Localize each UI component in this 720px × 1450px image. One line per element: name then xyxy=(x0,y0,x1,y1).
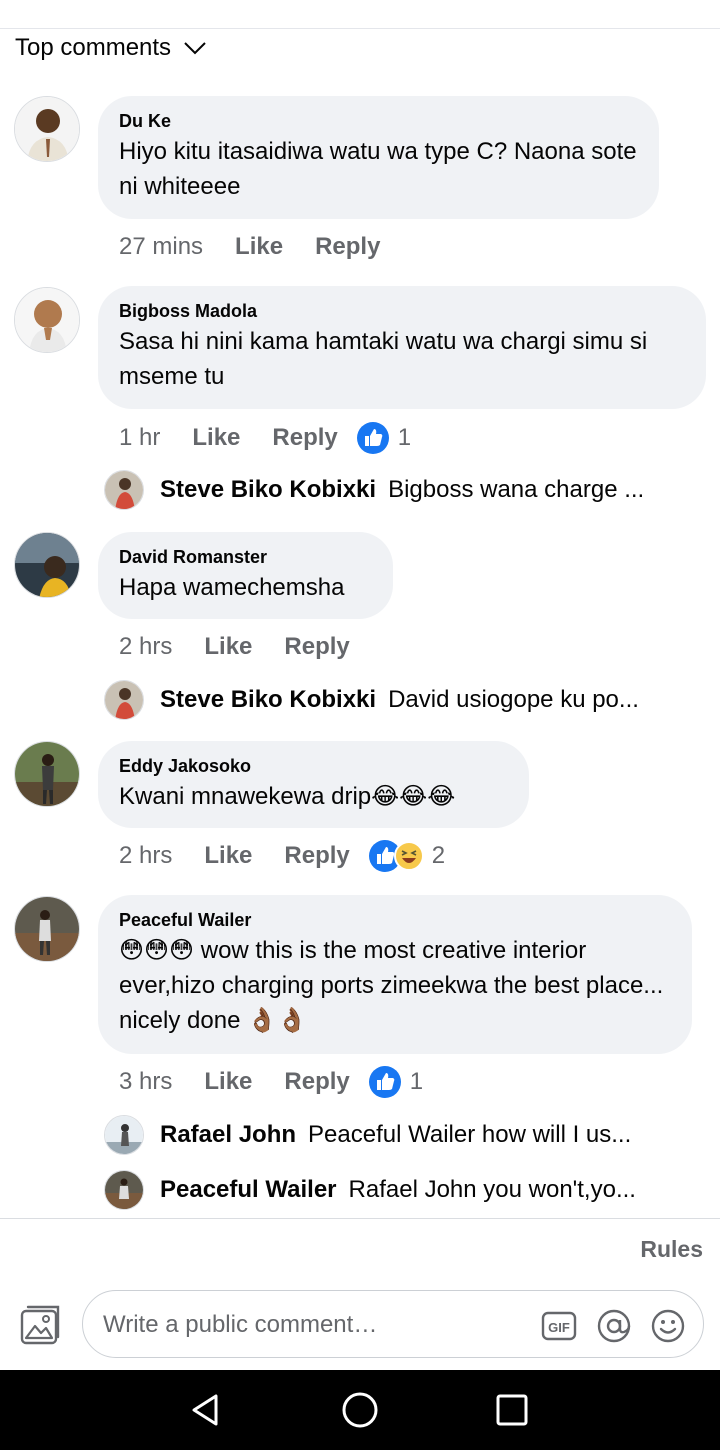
system-nav-bar xyxy=(0,1370,720,1450)
reaction-count[interactable]: 1 xyxy=(368,1065,423,1099)
comment-emoji: 😂😂😂 xyxy=(371,783,456,810)
comment-author[interactable]: Du Ke xyxy=(119,110,637,132)
reply-text: Peaceful Wailer how will I us... xyxy=(308,1121,632,1148)
recents-icon[interactable] xyxy=(492,1390,532,1430)
reply-button[interactable]: Reply xyxy=(272,424,337,452)
like-button[interactable]: Like xyxy=(235,233,283,261)
comment-author[interactable]: Eddy Jakosoko xyxy=(119,755,507,777)
reply-button[interactable]: Reply xyxy=(315,233,380,261)
mention-icon[interactable] xyxy=(596,1308,632,1344)
gif-icon[interactable]: GIF xyxy=(541,1308,577,1344)
reply-author: Steve Biko Kobixki xyxy=(160,476,377,503)
like-reaction-icon xyxy=(356,422,389,454)
reply-preview[interactable]: Steve Biko Kobixki David usiogope ku po.… xyxy=(104,678,639,722)
comment-meta: 2 hrs Like Reply xyxy=(119,627,382,667)
avatar[interactable] xyxy=(14,741,80,807)
avatar xyxy=(104,470,144,510)
comment-meta: 2 hrs Like Reply 2 xyxy=(119,836,445,876)
like-button[interactable]: Like xyxy=(204,633,252,661)
comment-author[interactable]: Bigboss Madola xyxy=(119,300,684,322)
comment-text: Sasa hi nini kama hamtaki watu wa chargi… xyxy=(119,328,648,390)
like-reaction-icon xyxy=(368,1066,401,1098)
svg-text:GIF: GIF xyxy=(548,1320,570,1335)
avatar xyxy=(104,680,144,720)
comment-bubble: David Romanster Hapa wamechemsha xyxy=(98,532,393,619)
comment-bubble: Eddy Jakosoko Kwani mnawekewa drip😂😂😂 xyxy=(98,741,529,828)
reply-preview[interactable]: Rafael John Peaceful Wailer how will I u… xyxy=(104,1113,631,1157)
comment-meta: 1 hr Like Reply 1 xyxy=(119,418,411,458)
comment-meta: 27 mins Like Reply xyxy=(119,227,412,267)
avatar[interactable] xyxy=(14,96,80,162)
back-icon[interactable] xyxy=(186,1390,226,1430)
comment-time[interactable]: 2 hrs xyxy=(119,842,172,870)
comment-text: Hapa wamechemsha xyxy=(119,574,345,601)
avatar[interactable] xyxy=(14,287,80,353)
reply-author: Steve Biko Kobixki xyxy=(160,686,377,713)
sort-label: Top comments xyxy=(15,34,172,61)
sort-selector[interactable]: Top comments xyxy=(15,32,207,64)
photo-icon[interactable] xyxy=(19,1304,61,1346)
comment-text-body: Kwani mnawekewa drip xyxy=(119,783,372,810)
home-icon[interactable] xyxy=(340,1390,380,1430)
like-button[interactable]: Like xyxy=(192,424,240,452)
divider xyxy=(0,1218,720,1219)
reply-button[interactable]: Reply xyxy=(284,842,349,870)
reply-button[interactable]: Reply xyxy=(284,1068,349,1096)
rules-link[interactable]: Rules xyxy=(640,1236,703,1263)
comment-time[interactable]: 3 hrs xyxy=(119,1068,172,1096)
comment-author[interactable]: David Romanster xyxy=(119,546,371,568)
comment-time[interactable]: 27 mins xyxy=(119,233,203,261)
reply-button[interactable]: Reply xyxy=(284,633,349,661)
reply-text: Bigboss wana charge ... xyxy=(388,476,645,503)
comment-text-body: wow this is the most creative interior e… xyxy=(119,937,664,1034)
reaction-count[interactable]: 1 xyxy=(356,421,411,455)
comment-emoji: 😳😳😳 xyxy=(119,937,195,964)
reply-author: Rafael John xyxy=(160,1121,297,1148)
reaction-count-value: 2 xyxy=(431,842,446,869)
reaction-count-value: 1 xyxy=(397,424,412,451)
chevron-down-icon xyxy=(184,42,206,55)
emoji-icon[interactable] xyxy=(650,1308,686,1344)
reply-text: David usiogope ku po... xyxy=(388,686,639,713)
reply-preview[interactable]: Steve Biko Kobixki Bigboss wana charge .… xyxy=(104,468,644,512)
reaction-count-value: 1 xyxy=(409,1068,424,1095)
avatar[interactable] xyxy=(14,896,80,962)
comment-emoji: 👌🏾👌🏾 xyxy=(247,1007,307,1034)
top-header-edge xyxy=(0,0,720,29)
comment-composer[interactable]: GIF xyxy=(82,1290,704,1358)
reply-preview[interactable]: Peaceful Wailer Rafael John you won't,yo… xyxy=(104,1168,636,1212)
comment-bubble: Bigboss Madola Sasa hi nini kama hamtaki… xyxy=(98,286,706,409)
like-button[interactable]: Like xyxy=(204,842,252,870)
comment-time[interactable]: 2 hrs xyxy=(119,633,172,661)
haha-reaction-icon xyxy=(393,841,424,871)
avatar xyxy=(104,1170,144,1210)
reaction-count[interactable]: 2 xyxy=(368,839,445,873)
comment-bubble: Du Ke Hiyo kitu itasaidiwa watu wa type … xyxy=(98,96,659,219)
comment-input[interactable] xyxy=(101,1305,525,1345)
like-button[interactable]: Like xyxy=(204,1068,252,1096)
comment-text: 😳😳😳 wow this is the most creative interi… xyxy=(119,933,670,1038)
avatar[interactable] xyxy=(14,532,80,598)
comment-text: Kwani mnawekewa drip😂😂😂 xyxy=(119,779,507,814)
reply-author: Peaceful Wailer xyxy=(160,1176,337,1203)
comment-text: Hiyo kitu itasaidiwa watu wa type C? Nao… xyxy=(119,138,637,200)
reply-text: Rafael John you won't,yo... xyxy=(348,1176,636,1203)
avatar xyxy=(104,1115,144,1155)
comment-bubble: Peaceful Wailer 😳😳😳 wow this is the most… xyxy=(98,895,692,1054)
comment-author[interactable]: Peaceful Wailer xyxy=(119,909,670,931)
comment-time[interactable]: 1 hr xyxy=(119,424,160,452)
comment-meta: 3 hrs Like Reply 1 xyxy=(119,1062,423,1102)
